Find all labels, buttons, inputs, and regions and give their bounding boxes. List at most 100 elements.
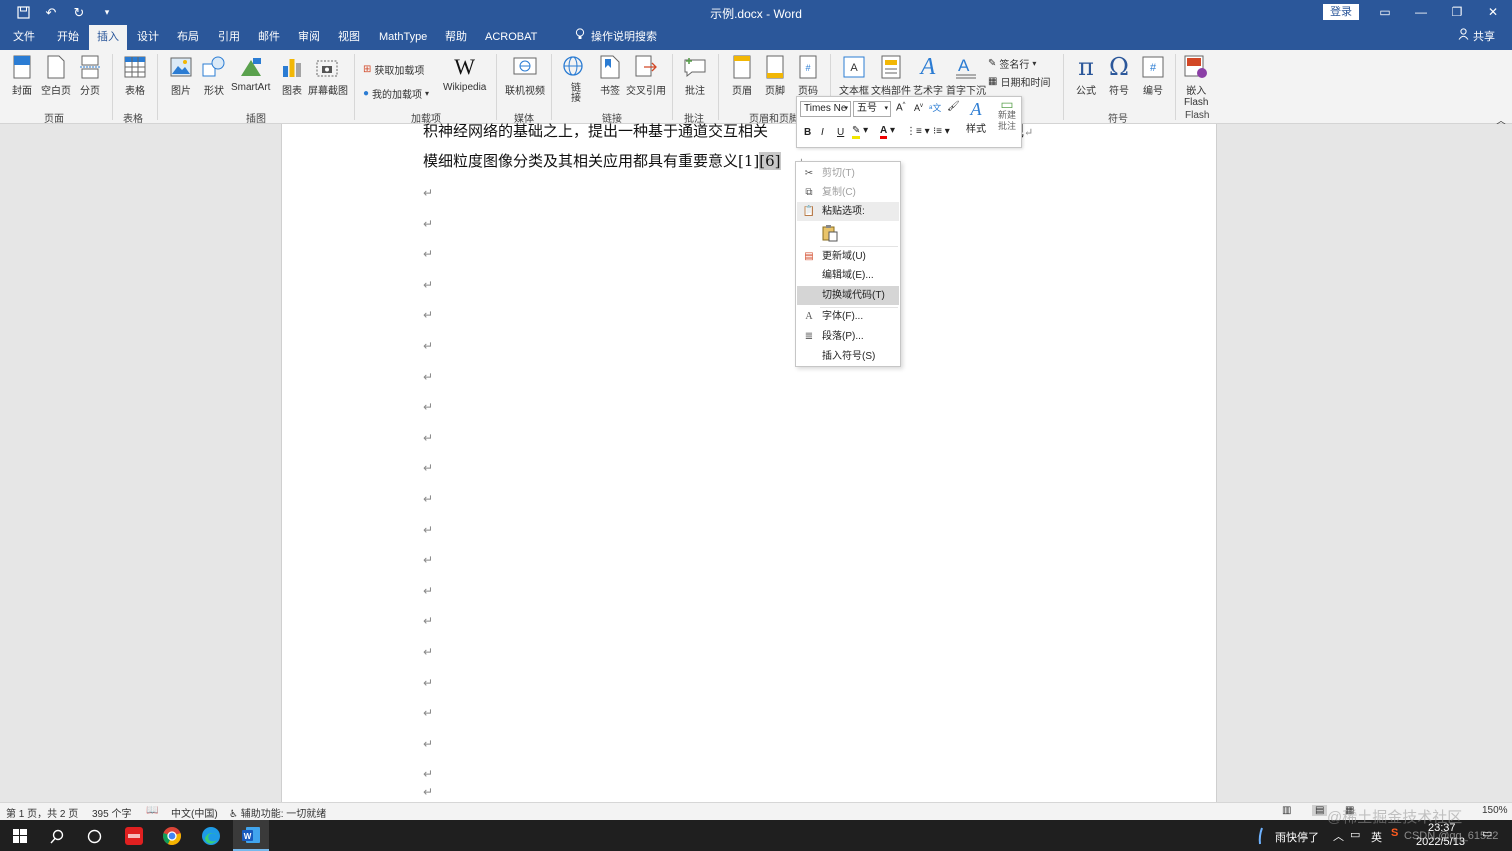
textbox-button[interactable]: A 文本框 xyxy=(839,54,869,97)
dropcap-button[interactable]: A 首字下沉 xyxy=(946,54,986,97)
tray-expand-icon[interactable]: ︿ xyxy=(1333,828,1344,844)
font-name-dropdown[interactable]: Times Ne ▾ xyxy=(800,101,851,117)
numbering-icon[interactable]: ⁝≡ ▾ xyxy=(933,126,950,137)
tab-layout[interactable]: 布局 xyxy=(169,25,207,50)
edge-icon[interactable] xyxy=(199,824,223,848)
network-icon[interactable]: ▭ xyxy=(1350,828,1360,841)
tab-home[interactable]: 开始 xyxy=(49,25,87,50)
menu-item-cut[interactable]: ✂ 剪切(T) xyxy=(797,164,899,183)
word-taskbar-icon[interactable]: W xyxy=(233,820,269,851)
chart-button[interactable]: 图表 xyxy=(280,54,304,97)
smartart-button[interactable]: SmartArt xyxy=(231,54,270,93)
zoom-level[interactable]: 150% xyxy=(1482,805,1508,816)
chrome-icon[interactable] xyxy=(160,824,184,848)
close-icon[interactable]: ✕ xyxy=(1478,3,1508,21)
tab-help[interactable]: 帮助 xyxy=(437,25,475,50)
proofing-icon[interactable]: 📖 xyxy=(146,805,158,816)
equation-button[interactable]: π 公式 xyxy=(1074,53,1098,97)
ime-language[interactable]: 英 xyxy=(1371,829,1382,845)
blank-page-button[interactable]: 空白页 xyxy=(41,54,71,97)
font-color-icon[interactable]: A ▾ xyxy=(880,125,895,139)
tab-mathtype[interactable]: MathType xyxy=(371,25,435,50)
quick-parts-button[interactable]: 文档部件 xyxy=(871,54,911,97)
wikipedia-button[interactable]: W Wikipedia xyxy=(443,54,486,93)
menu-item-insert-symbol[interactable]: 插入符号(S) xyxy=(797,347,899,366)
styles-button[interactable]: A 样式 xyxy=(966,99,986,135)
accessibility-status[interactable]: ♿ 辅助功能: 一切就绪 xyxy=(229,805,326,820)
menu-item-toggle-field-codes[interactable]: 切换域代码(T) xyxy=(797,286,899,305)
weather-text[interactable]: 雨快停了 xyxy=(1275,829,1319,845)
highlight-icon[interactable]: ✎ ▾ xyxy=(852,125,868,139)
tab-file[interactable]: 文件 xyxy=(5,25,43,50)
shrink-font-icon[interactable]: Av xyxy=(914,103,923,113)
cross-reference-button[interactable]: 交叉引用 xyxy=(626,54,666,97)
print-layout-icon[interactable]: ▤ xyxy=(1312,805,1328,816)
comment-button[interactable]: 批注 xyxy=(683,54,707,97)
document-page[interactable]: 积神经网络的基础之上，提出一种基于通道交互相关大规↵ 模细粒度图像分类及其相关应… xyxy=(281,122,1217,802)
tab-review[interactable]: 审阅 xyxy=(290,25,328,50)
task-view-icon[interactable] xyxy=(82,824,106,848)
signature-line-button[interactable]: ✎ 签名行 ▾ xyxy=(988,56,1036,71)
weather-icon[interactable] xyxy=(1250,824,1274,848)
paste-keep-text-icon[interactable] xyxy=(821,224,839,242)
login-button[interactable]: 登录 xyxy=(1323,4,1359,20)
menu-item-font[interactable]: A 字体(F)... xyxy=(797,307,899,326)
word-count[interactable]: 395 个字 xyxy=(92,805,131,820)
wordart-button[interactable]: A 艺术字 xyxy=(913,54,943,98)
selected-field[interactable]: [6] xyxy=(759,152,781,170)
tab-design[interactable]: 设计 xyxy=(129,25,167,50)
table-button[interactable]: 表格 xyxy=(123,54,147,97)
screenshot-button[interactable]: 屏幕截图 xyxy=(308,54,348,97)
menu-item-paragraph[interactable]: ≣ 段落(P)... xyxy=(797,327,899,346)
grow-font-icon[interactable]: A^ xyxy=(896,102,906,113)
underline-button[interactable]: U xyxy=(837,127,844,138)
page-break-button[interactable]: 分页 xyxy=(78,54,102,97)
watermark-juejin: @稀土掘金技术社区 xyxy=(1327,809,1463,826)
phonetic-guide-icon[interactable]: ᵃ文 xyxy=(929,101,941,114)
symbol-button[interactable]: Ω 符号 xyxy=(1107,53,1131,97)
online-video-button[interactable]: 联机视频 xyxy=(505,54,545,97)
ribbon-display-options-icon[interactable]: ▭ xyxy=(1370,3,1400,21)
sogou-ime-icon[interactable]: S xyxy=(1391,827,1398,839)
number-button[interactable]: # 编号 xyxy=(1141,54,1165,97)
tab-view[interactable]: 视图 xyxy=(330,25,368,50)
my-addins-button[interactable]: ● 我的加载项 ▾ xyxy=(363,86,429,101)
tell-me-search[interactable]: 操作说明搜索 xyxy=(575,25,657,50)
read-mode-icon[interactable]: ▥ xyxy=(1282,805,1291,816)
page-number-label: 页码 xyxy=(798,86,818,97)
restore-icon[interactable]: ❐ xyxy=(1442,3,1472,21)
header-button[interactable]: 页眉 xyxy=(730,54,754,97)
italic-button[interactable]: I xyxy=(821,127,824,138)
tab-mailings[interactable]: 邮件 xyxy=(250,25,288,50)
bookmark-button[interactable]: 书签 xyxy=(598,54,622,97)
cover-page-button[interactable]: 封面 xyxy=(10,54,34,97)
youdao-app-icon[interactable] xyxy=(122,824,146,848)
windows-start-icon[interactable] xyxy=(8,824,32,848)
picture-button[interactable]: 图片 xyxy=(169,54,193,97)
search-icon[interactable] xyxy=(45,824,69,848)
shapes-button[interactable]: 形状 xyxy=(202,54,226,97)
font-size-dropdown[interactable]: 五号 ▾ xyxy=(853,101,891,117)
tab-acrobat[interactable]: ACROBAT xyxy=(477,25,545,50)
get-addins-button[interactable]: ⊞ 获取加载项 xyxy=(363,62,424,77)
format-painter-icon[interactable]: 🖌 xyxy=(947,101,960,112)
tab-references[interactable]: 引用 xyxy=(210,25,248,50)
share-button[interactable]: 共享 xyxy=(1458,25,1495,50)
menu-item-edit-field[interactable]: 编辑域(E)... xyxy=(797,266,899,285)
menu-item-update-field[interactable]: ▤ 更新域(U) xyxy=(797,247,899,266)
bullets-icon[interactable]: ⋮≡ ▾ xyxy=(906,126,930,137)
date-time-button[interactable]: ▦ 日期和时间 xyxy=(988,74,1050,89)
language[interactable]: 中文(中国) xyxy=(171,805,218,820)
dropcap-label: 首字下沉 xyxy=(946,86,986,97)
tab-insert[interactable]: 插入 xyxy=(89,25,127,50)
footer-button[interactable]: 页脚 xyxy=(763,54,787,97)
link-button[interactable]: 链接 xyxy=(562,54,586,102)
page-count[interactable]: 第 1 页，共 2 页 xyxy=(6,805,78,820)
menu-item-copy[interactable]: ⧉ 复制(C) xyxy=(797,183,899,202)
new-comment-button[interactable]: ▭ 新建 批注 xyxy=(996,97,1018,132)
embed-flash-button[interactable]: 嵌入 Flash xyxy=(1184,54,1208,108)
minimize-icon[interactable]: — xyxy=(1406,3,1436,21)
page-number-button[interactable]: # 页码 xyxy=(796,54,820,97)
document-text-line-2[interactable]: 模细粒度图像分类及其相关应用都具有重要意义[1][6]↵ xyxy=(423,150,804,171)
bold-button[interactable]: B xyxy=(804,127,811,138)
